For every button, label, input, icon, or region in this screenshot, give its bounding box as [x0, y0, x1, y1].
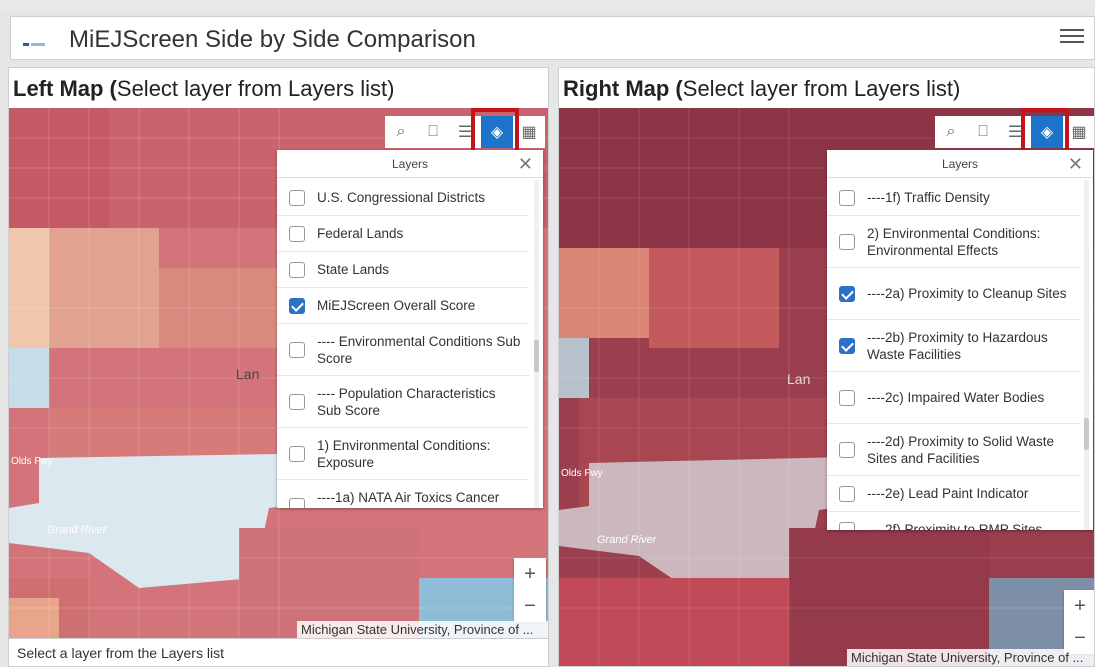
checkbox-checked[interactable]: [839, 285, 855, 302]
map-city-label: Lan: [236, 366, 260, 382]
logo: [23, 36, 51, 47]
search-icon[interactable]: ⌕: [385, 116, 417, 148]
app-header: MiEJScreen Side by Side Comparison: [10, 16, 1095, 60]
left-map-panel: Left Map (Select layer from Layers list): [8, 67, 549, 667]
right-map-toolbar: ⌕ ⎕ ☰ ◈ ▦: [935, 116, 1094, 148]
layer-item[interactable]: ----2c) Impaired Water Bodies: [827, 372, 1079, 424]
highlight-box: [471, 108, 519, 154]
map-freeway-label: Olds Fwy: [11, 456, 53, 467]
highlight-box: [1021, 108, 1069, 154]
right-map-title: Right Map (Select layer from Layers list…: [563, 76, 961, 101]
left-map-title: Left Map (Select layer from Layers list): [13, 76, 395, 101]
menu-icon[interactable]: [1060, 25, 1084, 49]
layer-item[interactable]: ---- Population Characteristics Sub Scor…: [277, 376, 529, 428]
layer-item[interactable]: ----1a) NATA Air Toxics Cancer Risks: [277, 480, 529, 508]
scrollbar-track[interactable]: [1084, 180, 1089, 530]
layer-item[interactable]: ---- Environmental Conditions Sub Score: [277, 324, 529, 376]
layers-header: Layers ✕: [827, 150, 1093, 178]
layer-item[interactable]: Federal Lands: [277, 216, 529, 252]
layer-item[interactable]: 1) Environmental Conditions: Exposure: [277, 428, 529, 480]
layer-item[interactable]: 2) Environmental Conditions: Environment…: [827, 216, 1079, 268]
checkbox[interactable]: [289, 393, 305, 410]
checkbox[interactable]: [289, 341, 305, 358]
layer-item[interactable]: ----2d) Proximity to Solid Waste Sites a…: [827, 424, 1079, 476]
map-freeway-label: Olds Fwy: [561, 468, 603, 479]
zoom-in-button[interactable]: +: [514, 558, 546, 590]
bookmark-icon[interactable]: ⎕: [967, 116, 999, 148]
layer-item[interactable]: ----2a) Proximity to Cleanup Sites: [827, 268, 1079, 320]
layers-header: Layers ✕: [277, 150, 543, 178]
left-layers-panel: Layers ✕ U.S. Congressional Districts Fed…: [277, 150, 543, 508]
checkbox[interactable]: [839, 189, 855, 206]
layer-item[interactable]: MiEJScreen Overall Score: [277, 288, 529, 324]
checkbox[interactable]: [839, 233, 855, 250]
checkbox[interactable]: [289, 261, 305, 278]
checkbox[interactable]: [839, 521, 855, 530]
map-river-label: Grand River: [597, 534, 657, 546]
scrollbar-thumb[interactable]: [1084, 418, 1089, 450]
scrollbar-thumb[interactable]: [534, 340, 539, 372]
checkbox[interactable]: [839, 485, 855, 502]
right-zoom-controls: + −: [1064, 590, 1094, 654]
checkbox[interactable]: [289, 497, 305, 508]
layer-item[interactable]: U.S. Congressional Districts: [277, 180, 529, 216]
close-icon[interactable]: ✕: [518, 150, 533, 178]
layer-item[interactable]: State Lands: [277, 252, 529, 288]
layer-item[interactable]: ----2f) Proximity to RMP Sites: [827, 512, 1079, 530]
checkbox[interactable]: [839, 441, 855, 458]
checkbox-checked[interactable]: [839, 337, 855, 354]
right-layers-panel: Layers ✕ ----1f) Traffic Density 2) Envir…: [827, 150, 1093, 530]
right-map[interactable]: Lan Olds Fwy Grand River ⌕ ⎕ ☰ ◈ ▦ Layer…: [559, 108, 1094, 666]
zoom-out-button[interactable]: −: [514, 590, 546, 622]
layers-list: U.S. Congressional Districts Federal Lan…: [277, 180, 529, 508]
map-river-label: Grand River: [47, 524, 107, 536]
checkbox[interactable]: [289, 189, 305, 206]
left-map[interactable]: Lan Olds Fwy Grand River ⌕ ⎕ ☰ ◈ ▦ Layer…: [9, 108, 548, 640]
checkbox[interactable]: [289, 445, 305, 462]
layers-list: ----1f) Traffic Density 2) Environmental…: [827, 180, 1079, 530]
close-icon[interactable]: ✕: [1068, 150, 1083, 178]
left-status-footer: Select a layer from the Layers list: [9, 638, 548, 666]
map-attribution: Michigan State University, Province of .…: [847, 649, 1094, 666]
left-map-toolbar: ⌕ ⎕ ☰ ◈ ▦: [385, 116, 545, 148]
checkbox-checked[interactable]: [289, 297, 305, 314]
app-title: MiEJScreen Side by Side Comparison: [69, 26, 476, 53]
search-icon[interactable]: ⌕: [935, 116, 967, 148]
top-gap: [0, 0, 1095, 10]
checkbox[interactable]: [839, 389, 855, 406]
right-map-panel: Right Map (Select layer from Layers list…: [558, 67, 1095, 667]
left-zoom-controls: + −: [514, 558, 546, 622]
checkbox[interactable]: [289, 225, 305, 242]
zoom-in-button[interactable]: +: [1064, 590, 1094, 622]
bookmark-icon[interactable]: ⎕: [417, 116, 449, 148]
layer-item[interactable]: ----2b) Proximity to Hazardous Waste Fac…: [827, 320, 1079, 372]
layer-item[interactable]: ----2e) Lead Paint Indicator: [827, 476, 1079, 512]
layer-item[interactable]: ----1f) Traffic Density: [827, 180, 1079, 216]
map-city-label: Lan: [787, 371, 811, 387]
